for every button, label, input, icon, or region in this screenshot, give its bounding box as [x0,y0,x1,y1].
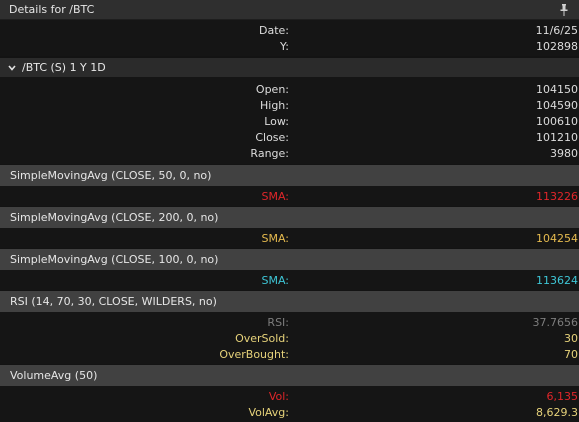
row-label: RSI: [267,315,289,329]
study-title: RSI (14, 70, 30, CLOSE, WILDERS, no) [10,295,217,308]
chevron-down-icon[interactable] [4,64,20,71]
row-value: 104254 [536,231,578,245]
row-value: 104150 [536,82,578,96]
study-values: SMA: 104254 [0,228,579,248]
row-value: 101210 [536,130,578,144]
study-values: SMA: 113226 [0,186,579,206]
row-label: Date: [259,23,289,37]
detail-row: Open: 104150 [0,81,579,97]
study-row: SMA: 104254 [0,230,579,246]
row-label: Y: [280,39,289,53]
study-row: OverSold: 30 [0,330,579,346]
row-label: High: [260,98,289,112]
row-label: Open: [255,82,289,96]
study-header[interactable]: SimpleMovingAvg (CLOSE, 200, 0, no) [0,207,579,228]
study-title: SimpleMovingAvg (CLOSE, 50, 0, no) [10,169,212,182]
row-value: 6,135 [546,389,579,403]
detail-row: Range: 3980 [0,145,579,161]
symbol-values: Open: 104150 High: 104590 Low: 100610 Cl… [0,77,579,164]
row-label: VolAvg: [248,405,289,419]
study-values: RSI: 37.7656 OverSold: 30 OverBought: 70 [0,312,579,364]
row-label: Close: [255,130,289,144]
row-value: 113226 [536,189,578,203]
detail-row: Close: 101210 [0,129,579,145]
row-label: Range: [250,146,289,160]
detail-row: Y: 102898 [0,38,579,54]
row-value: 104590 [536,98,578,112]
study-values: Vol: 6,135 VolAvg: 8,629.3 [0,386,579,422]
detail-row: High: 104590 [0,97,579,113]
study-row: Vol: 6,135 [0,388,579,404]
row-value: 70 [564,347,578,361]
detail-row: Date: 11/6/25 [0,22,579,38]
study-title: VolumeAvg (50) [10,369,98,382]
study-row: RSI: 37.7656 [0,314,579,330]
row-value: 113624 [536,273,578,287]
study-header[interactable]: VolumeAvg (50) [0,365,579,386]
pin-icon[interactable] [559,3,569,16]
row-value: 100610 [536,114,578,128]
row-value: 11/6/25 [535,23,578,37]
row-label: Low: [264,114,289,128]
row-label: SMA: [261,231,289,245]
studies-list: SimpleMovingAvg (CLOSE, 50, 0, no) SMA: 11… [0,165,579,422]
study-header[interactable]: SimpleMovingAvg (CLOSE, 100, 0, no) [0,249,579,270]
row-label: SMA: [261,273,289,287]
row-value: 37.7656 [532,315,579,329]
study-row: SMA: 113624 [0,272,579,288]
panel-titlebar: Details for /BTC [0,0,579,20]
row-label: Vol: [268,389,289,403]
row-value: 8,629.3 [536,405,578,419]
study-header[interactable]: SimpleMovingAvg (CLOSE, 50, 0, no) [0,165,579,186]
symbol-group-header[interactable]: /BTC (S) 1 Y 1D [0,58,579,77]
detail-row: Low: 100610 [0,113,579,129]
study-header[interactable]: RSI (14, 70, 30, CLOSE, WILDERS, no) [0,291,579,312]
study-title: SimpleMovingAvg (CLOSE, 200, 0, no) [10,211,219,224]
row-value: 3980 [550,146,578,160]
top-values: Date: 11/6/25 Y: 102898 [0,20,579,56]
row-label: SMA: [261,189,289,203]
study-row: OverBought: 70 [0,346,579,362]
study-row: SMA: 113226 [0,188,579,204]
row-label: OverSold: [235,331,289,345]
row-value: 30 [564,331,578,345]
row-label: OverBought: [219,347,289,361]
row-value: 102898 [536,39,578,53]
symbol-group-label: /BTC (S) 1 Y 1D [22,61,106,74]
study-title: SimpleMovingAvg (CLOSE, 100, 0, no) [10,253,219,266]
panel-title: Details for /BTC [9,3,95,16]
study-values: SMA: 113624 [0,270,579,290]
